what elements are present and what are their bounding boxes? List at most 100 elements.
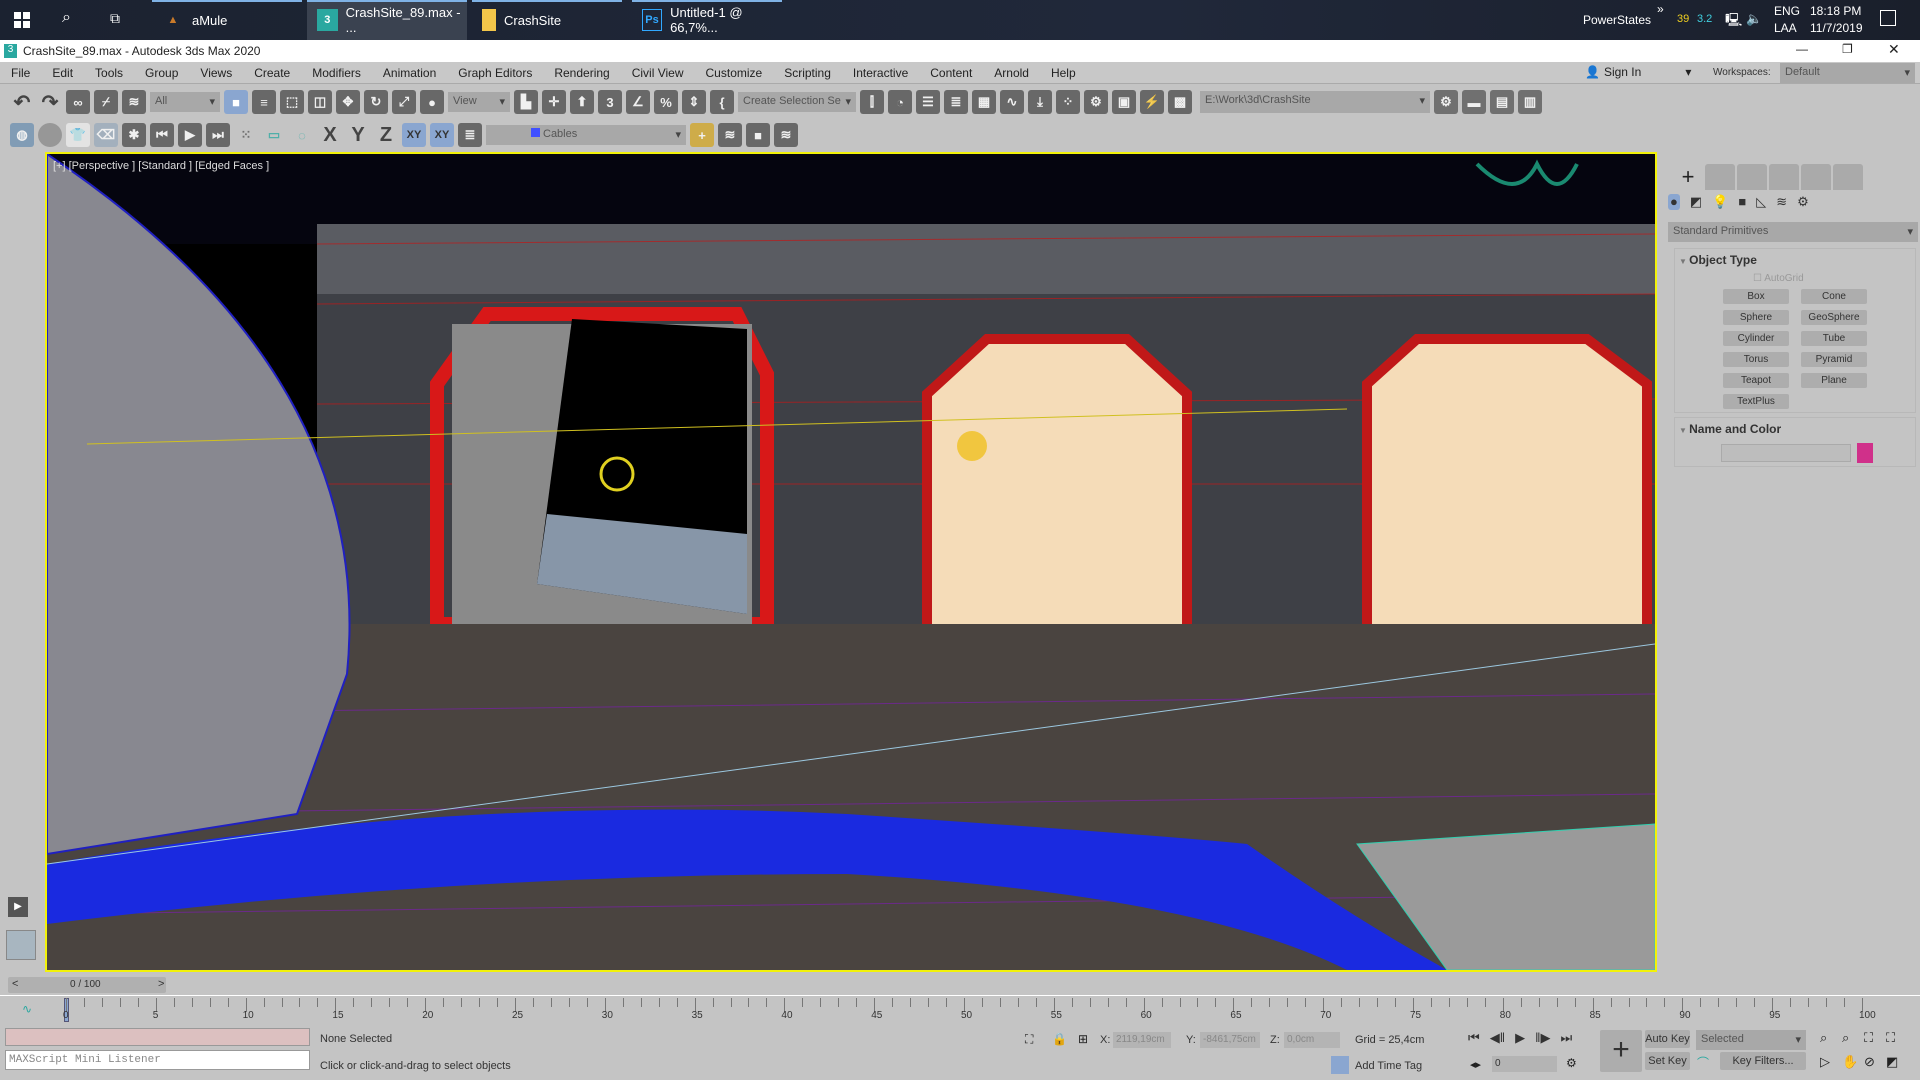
- next-key-icon[interactable]: ⏭: [206, 123, 230, 147]
- pyramid-button[interactable]: Pyramid: [1801, 352, 1867, 367]
- zoom-all-icon[interactable]: ⌕: [1842, 1030, 1864, 1046]
- default-tangents-icon[interactable]: ⌒: [1697, 1054, 1709, 1071]
- select-manipulate-icon[interactable]: ✛: [542, 90, 566, 114]
- set-key-big-button[interactable]: +: [1600, 1030, 1642, 1072]
- mirror-icon[interactable]: ⫿: [860, 90, 884, 114]
- menu-tools[interactable]: Tools: [84, 66, 134, 80]
- menu-civil-view[interactable]: Civil View: [621, 66, 695, 80]
- set-key-button[interactable]: Set Key: [1645, 1052, 1690, 1070]
- field-of-view-icon[interactable]: ▷: [1820, 1054, 1842, 1070]
- menu-graph-editors[interactable]: Graph Editors: [447, 66, 543, 80]
- windows-start-icon[interactable]: [14, 12, 30, 28]
- orbit-icon[interactable]: ⊘: [1864, 1054, 1886, 1070]
- utilities-tab-icon[interactable]: [1833, 164, 1863, 190]
- next-frame-arrow[interactable]: >: [158, 978, 164, 990]
- cylinder-button[interactable]: Cylinder: [1723, 331, 1789, 346]
- teapot-button[interactable]: Teapot: [1723, 373, 1789, 388]
- go-to-start-icon[interactable]: ⏮: [1468, 1030, 1480, 1046]
- select-by-name-icon[interactable]: ≡: [252, 90, 276, 114]
- geometry-icon[interactable]: ●: [1668, 194, 1680, 210]
- set-project-folder-icon[interactable]: ▬: [1462, 90, 1486, 114]
- project-structure-icon[interactable]: ▤: [1490, 90, 1514, 114]
- expand-layout-icon[interactable]: ▶: [8, 897, 28, 917]
- layer-dropdown[interactable]: Cables: [486, 125, 686, 145]
- spinner-snap-icon[interactable]: ⇕: [682, 90, 706, 114]
- key-filters-button[interactable]: Key Filters...: [1720, 1052, 1806, 1070]
- selection-filter-dropdown[interactable]: All: [150, 92, 220, 112]
- select-object-icon[interactable]: ■: [224, 90, 248, 114]
- menu-scripting[interactable]: Scripting: [773, 66, 842, 80]
- key-mode-toggle-icon[interactable]: ◂▸: [1470, 1058, 1481, 1071]
- object-type-header[interactable]: ▼ Object Type: [1679, 253, 1757, 267]
- restore-button[interactable]: ❐: [1842, 42, 1853, 56]
- menu-help[interactable]: Help: [1040, 66, 1087, 80]
- notifications-icon[interactable]: [1880, 10, 1896, 26]
- prev-frame-arrow[interactable]: <: [12, 978, 18, 990]
- axis-z-button[interactable]: Z: [374, 123, 398, 147]
- project-settings-icon[interactable]: ⚙: [1434, 90, 1458, 114]
- tray-overflow[interactable]: »: [1657, 2, 1664, 16]
- axis-x-button[interactable]: X: [318, 123, 342, 147]
- z-coordinate-field[interactable]: 0,0cm: [1284, 1032, 1340, 1048]
- motion-tab-icon[interactable]: [1769, 164, 1799, 190]
- align-icon[interactable]: ◔: [888, 90, 912, 114]
- perspective-viewport[interactable]: [+] [Perspective ] [Standard ] [Edged Fa…: [45, 152, 1657, 972]
- maxscript-mini-listener[interactable]: MAXScript Mini Listener: [5, 1050, 310, 1070]
- zoom-extents-all-icon[interactable]: ⛶: [1886, 1030, 1908, 1046]
- axis-y-button[interactable]: Y: [346, 123, 370, 147]
- named-selection-sets-dropdown[interactable]: Create Selection Se: [738, 92, 856, 112]
- axis-xy-cycle-button[interactable]: XY: [430, 123, 454, 147]
- undo-icon[interactable]: ↶: [10, 90, 34, 114]
- maximize-viewport-icon[interactable]: ◩: [1886, 1054, 1908, 1070]
- hierarchy-tab-icon[interactable]: [1737, 164, 1767, 190]
- name-and-color-header[interactable]: ▼ Name and Color: [1679, 422, 1781, 436]
- scene-states-icon[interactable]: ◍: [10, 123, 34, 147]
- menu-customize[interactable]: Customize: [695, 66, 774, 80]
- modify-tab-icon[interactable]: [1705, 164, 1735, 190]
- menu-content[interactable]: Content: [919, 66, 983, 80]
- scale-icon[interactable]: ⤢: [392, 90, 416, 114]
- ribbon-toggle-icon[interactable]: ▦: [972, 90, 996, 114]
- clock-date[interactable]: 11/7/2019: [1810, 21, 1863, 35]
- window-crossing-icon[interactable]: ◫: [308, 90, 332, 114]
- zoom-extents-icon[interactable]: ⛶: [1864, 1030, 1886, 1046]
- object-name-input[interactable]: [1721, 444, 1851, 462]
- snaps-toggle-icon[interactable]: 3: [598, 90, 622, 114]
- tube-button[interactable]: Tube: [1801, 331, 1867, 346]
- play-animation-icon[interactable]: ▶: [1515, 1030, 1525, 1046]
- go-to-end-icon[interactable]: ⏭: [1560, 1030, 1572, 1046]
- box-button[interactable]: Box: [1723, 289, 1789, 304]
- link-icon[interactable]: ∞: [66, 90, 90, 114]
- edit-named-selection-icon[interactable]: {: [710, 90, 734, 114]
- track-bar[interactable]: ∿ 0 5 10 15 20 25 30 35 40 45 50 55 60 65 70 75 80 85 90 95…: [0, 995, 1920, 1025]
- schematic-view-icon[interactable]: ⁘: [1056, 90, 1080, 114]
- circle-array-icon[interactable]: ◌: [290, 123, 314, 147]
- biped-icon[interactable]: ✱: [122, 123, 146, 147]
- clock-time[interactable]: 18:18 PM: [1810, 4, 1861, 18]
- menu-file[interactable]: File: [0, 66, 41, 80]
- isolate-selection-icon[interactable]: ⛶: [1025, 1032, 1033, 1047]
- project-path-dropdown[interactable]: E:\Work\3d\CrashSite: [1200, 91, 1430, 113]
- taskbar-app-amule[interactable]: ▲ aMule: [152, 0, 302, 40]
- tray-powerstates[interactable]: PowerStates: [1583, 13, 1651, 27]
- auto-key-button[interactable]: Auto Key: [1645, 1030, 1690, 1048]
- lock-selection-icon[interactable]: 🔒: [1052, 1032, 1067, 1046]
- menu-modifiers[interactable]: Modifiers: [301, 66, 372, 80]
- viewport-layout-thumbnail[interactable]: [6, 930, 36, 960]
- render-setup-icon[interactable]: ⚙: [1084, 90, 1108, 114]
- angle-snap-icon[interactable]: ∠: [626, 90, 650, 114]
- time-slider[interactable]: < 0 / 100 >: [0, 975, 1920, 995]
- axis-xy-button[interactable]: XY: [402, 123, 426, 147]
- pivot-center-icon[interactable]: ▙: [514, 90, 538, 114]
- taskbar-app-photoshop[interactable]: Ps Untitled-1 @ 66,7%...: [632, 0, 782, 40]
- helpers-icon[interactable]: ◺: [1756, 194, 1766, 210]
- previous-frame-icon[interactable]: ◀‖: [1490, 1030, 1505, 1046]
- cameras-icon[interactable]: ■: [1738, 194, 1746, 210]
- next-frame-icon[interactable]: ‖▶: [1535, 1030, 1550, 1046]
- add-to-layer-icon[interactable]: +: [690, 123, 714, 147]
- move-icon[interactable]: ✥: [336, 90, 360, 114]
- render-in-cloud-icon[interactable]: ▩: [1168, 90, 1192, 114]
- menu-arnold[interactable]: Arnold: [983, 66, 1040, 80]
- sphere-primitive-icon[interactable]: [38, 123, 62, 147]
- scene-explorer-icon[interactable]: ☰: [916, 90, 940, 114]
